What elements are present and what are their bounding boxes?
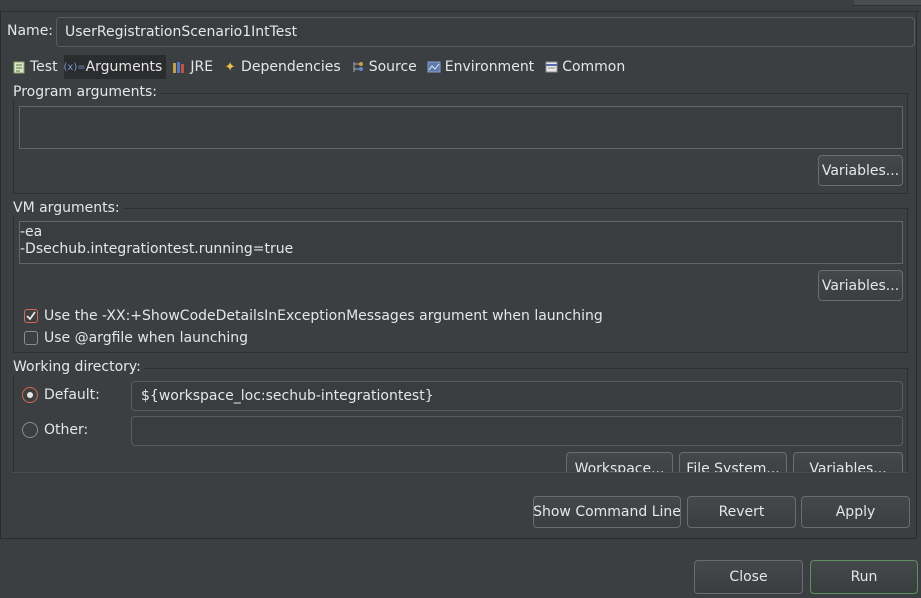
other-radio[interactable] [22,422,38,438]
program-arguments-input[interactable] [19,106,903,149]
tab-common-label: Common [562,59,626,75]
directory-variables-label: Variables... [809,461,887,472]
test-icon [12,60,26,74]
apply-label: Apply [835,504,876,520]
arguments-icon: (x)= [63,61,86,73]
argfile-label: Use @argfile when launching [44,330,249,346]
name-field[interactable]: UserRegistrationScenario1IntTest [56,17,915,47]
other-directory-field[interactable] [131,416,903,446]
vm-arguments-line-2: -Dsechub.integrationtest.running=true [20,241,294,257]
tab-arguments-label: Arguments [85,59,163,75]
vm-variables-button[interactable]: Variables... [818,270,903,301]
workspace-button[interactable]: Workspace... [566,452,673,472]
file-system-label: File System... [686,461,780,472]
run-button[interactable]: Run [810,560,918,594]
tab-test-label: Test [30,59,58,75]
vm-variables-label: Variables... [821,277,900,294]
tab-environment[interactable]: Environment [423,55,538,79]
show-command-line-button[interactable]: Show Command Line [533,496,681,528]
common-icon [544,60,558,74]
close-label: Close [729,569,768,585]
close-button[interactable]: Close [694,560,803,594]
default-directory-field[interactable]: ${workspace_loc:sechub-integrationtest} [131,381,903,411]
tab-source-label: Source [368,59,417,75]
vm-arguments-line-1: -ea [20,224,43,240]
other-option[interactable]: Other: [22,422,88,438]
tab-dependencies-label: Dependencies [241,59,341,75]
checkmark-icon [26,311,36,321]
argfile-checkbox[interactable] [24,331,38,345]
argfile-row[interactable]: Use @argfile when launching [24,330,248,346]
vm-arguments-legend: VM arguments: [13,200,124,216]
other-radio-label: Other: [44,422,89,438]
name-value: UserRegistrationScenario1IntTest [65,24,298,40]
revert-button[interactable]: Revert [687,496,796,528]
tab-jre[interactable]: JRE [168,55,217,79]
apply-button[interactable]: Apply [801,496,910,528]
environment-icon [427,60,441,74]
default-radio[interactable] [22,387,38,403]
tab-dependencies[interactable]: ✦ Dependencies [219,55,345,79]
tab-environment-label: Environment [444,59,535,75]
directory-buttons-clip: Workspace... File System... Variables... [566,452,906,472]
tab-jre-label: JRE [190,59,214,75]
dependencies-icon: ✦ [224,59,236,75]
jre-icon [172,60,186,74]
default-directory-value: ${workspace_loc:sechub-integrationtest} [141,388,434,404]
show-code-details-row[interactable]: Use the -XX:+ShowCodeDetailsInExceptionM… [24,308,603,324]
tab-bar: Test (x)= Arguments JRE ✦ Dependencies S… [8,55,629,79]
show-command-line-label: Show Command Line [533,504,681,520]
run-label: Run [850,569,878,585]
name-label: Name: [7,23,54,39]
program-arguments-legend: Program arguments: [13,84,161,100]
tab-common[interactable]: Common [540,55,629,79]
show-code-details-checkbox[interactable] [24,309,38,323]
directory-variables-button[interactable]: Variables... [793,452,903,472]
workspace-label: Workspace... [574,461,665,472]
file-system-button[interactable]: File System... [679,452,787,472]
tab-arguments[interactable]: (x)= Arguments [64,55,167,79]
program-variables-button[interactable]: Variables... [818,155,903,186]
vm-arguments-input[interactable]: -ea -Dsechub.integrationtest.running=tru… [19,221,903,264]
source-icon [351,60,365,74]
show-code-details-label: Use the -XX:+ShowCodeDetailsInExceptionM… [44,308,603,324]
radio-dot [27,392,33,398]
scroll-clip-edge [13,472,908,473]
working-directory-legend: Working directory: [13,359,145,375]
tab-source[interactable]: Source [347,55,421,79]
program-variables-label: Variables... [821,162,900,179]
default-radio-label: Default: [44,387,100,403]
window-edge [854,0,921,6]
default-option[interactable]: Default: [22,387,100,403]
revert-label: Revert [718,504,765,520]
tab-test[interactable]: Test [8,55,62,79]
